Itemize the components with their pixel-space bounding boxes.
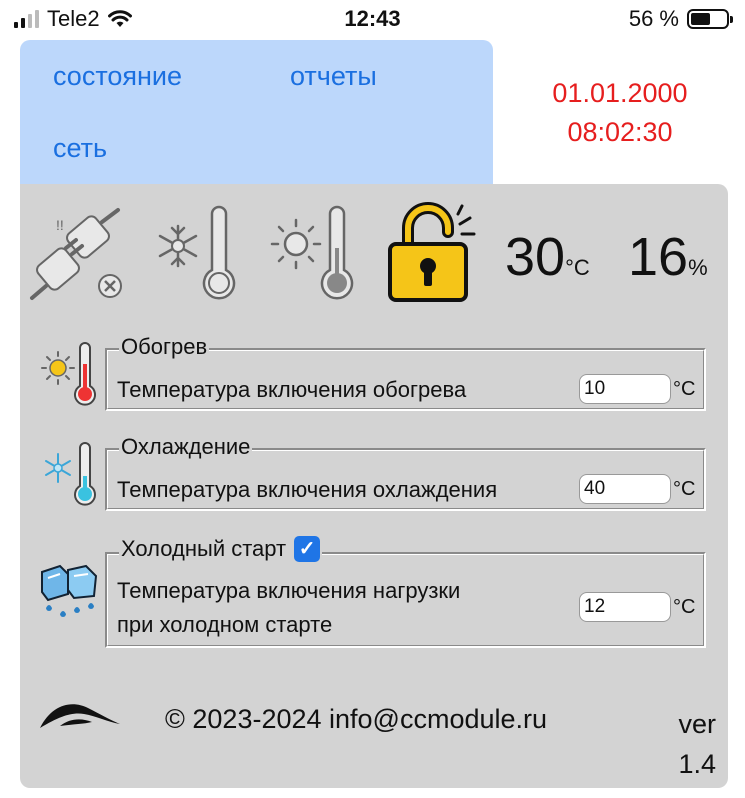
temperature-unit: °C [565,255,590,280]
battery-fill [691,13,711,25]
device-date: 01.01.2000 [552,78,688,108]
tab-network[interactable]: сеть [20,112,257,184]
cooling-thermometer-icon [45,442,96,506]
svg-text:!!: !! [56,217,64,233]
warm-thermometer-icon [270,205,354,300]
tab-bar: состояние отчеты сеть [20,40,493,184]
heating-thermometer-icon [41,342,96,406]
device-time: 08:02:30 [567,117,673,147]
version-number: 1.4 [678,749,716,779]
unlocked-padlock-icon [388,202,476,302]
cold-thermometer-icon [158,205,236,300]
temperature-value: 30 [505,227,566,287]
tab-reports[interactable]: отчеты [257,40,493,112]
cold-start-title: Холодный старт [121,536,287,561]
cold-start-label-line1: Температура включения нагрузки [117,578,461,603]
cooling-group: Охлаждение Температура включения охлажде… [105,434,706,511]
power-disconnected-icon: !! [30,208,122,300]
heating-unit: °C [673,378,696,400]
status-bar: Tele2 12:43 56 % [0,0,745,40]
device-datetime: 01.01.2000 08:02:30 [495,74,745,152]
humidity-unit: % [688,255,708,280]
cooling-title: Охлаждение [121,434,251,459]
heating-title: Обогрев [121,334,208,359]
cold-start-checkbox[interactable]: ✓ [294,536,321,562]
heating-group-title: Обогрев [119,334,210,360]
tab-state[interactable]: состояние [20,40,257,112]
cold-start-unit: °C [673,596,696,618]
humidity-reading: 16% [628,226,708,288]
heating-group: Обогрев Температура включения обогрева °… [105,334,706,411]
heating-label: Температура включения обогрева [117,377,467,402]
humidity-value: 16 [628,227,689,287]
cooling-unit: °C [673,478,696,500]
status-bar-right: 56 % [628,6,733,32]
version-info: ver 1.4 [666,704,716,784]
cooling-temperature-input[interactable] [579,474,671,504]
cold-start-temperature-input[interactable] [579,592,671,622]
ice-cubes-icon [41,564,98,617]
heating-temperature-input[interactable] [579,374,671,404]
temperature-reading: 30°C [505,226,590,288]
battery-icon [687,9,733,29]
copyright-text: © 2023-2024 info@ccmodule.ru [165,704,548,734]
cooling-label: Температура включения охлаждения [117,477,498,502]
cooling-group-title: Охлаждение [119,434,253,460]
company-logo [40,704,120,728]
cold-start-group: Холодный старт ✓ Температура включения н… [105,536,706,648]
battery-percent: 56 % [628,6,679,31]
version-label: ver [678,709,716,739]
cold-start-label-line2: при холодном старте [117,612,333,637]
cold-start-group-title: Холодный старт ✓ [119,536,323,562]
